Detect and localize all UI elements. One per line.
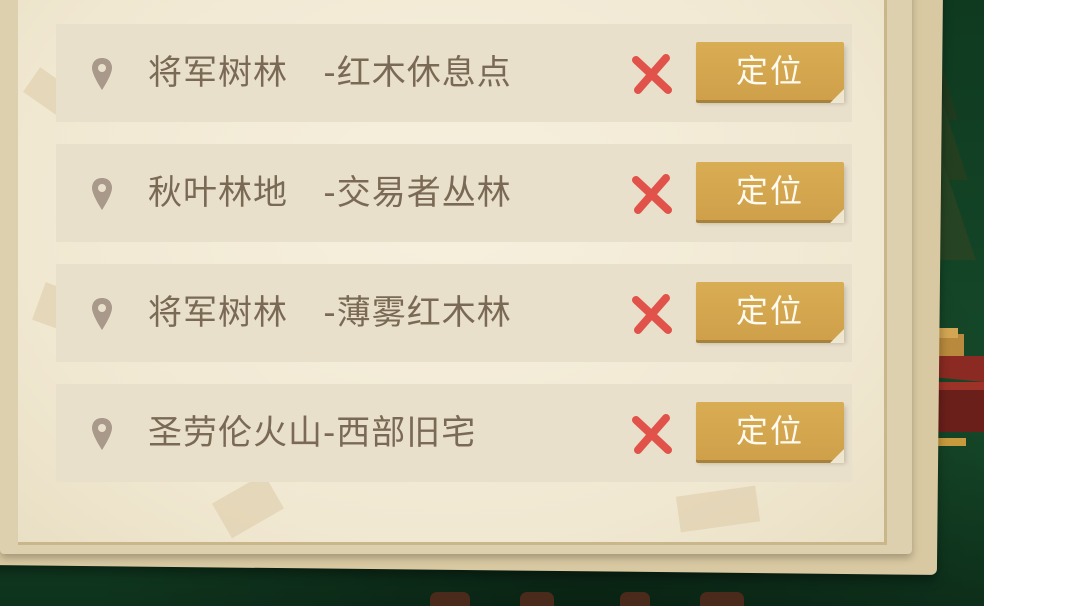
location-row: 秋叶林地 -交易者丛林 定位: [56, 144, 852, 242]
location-name: 将军树林 -红木休息点: [148, 53, 512, 93]
delete-icon[interactable]: [630, 412, 674, 456]
ground-debris: [520, 592, 554, 606]
location-name: 秋叶林地 -交易者丛林: [148, 173, 512, 213]
paper-texture: [675, 485, 761, 533]
location-name: 圣劳伦火山-西部旧宅: [148, 413, 477, 453]
locate-button[interactable]: 定位: [696, 162, 844, 223]
ground-debris: [620, 592, 650, 606]
map-pin-icon: [92, 58, 112, 90]
button-corner-fold: [830, 329, 844, 343]
paper-texture: [212, 473, 284, 539]
button-corner-fold: [830, 209, 844, 223]
blank-right-margin: [984, 0, 1080, 606]
map-pin-icon: [92, 178, 112, 210]
location-row: 将军树林 -薄雾红木林 定位: [56, 264, 852, 362]
map-pin-icon: [92, 418, 112, 450]
delete-icon[interactable]: [630, 172, 674, 216]
button-corner-fold: [830, 449, 844, 463]
ground-debris: [430, 592, 470, 606]
location-row: 将军树林 -红木休息点 定位: [56, 24, 852, 122]
delete-icon[interactable]: [630, 52, 674, 96]
ground-debris: [700, 592, 744, 606]
locate-button-label: 定位: [735, 172, 804, 210]
location-row: 圣劳伦火山-西部旧宅 定位: [56, 384, 852, 482]
locate-button-label: 定位: [735, 52, 804, 90]
locate-button[interactable]: 定位: [696, 282, 844, 343]
map-pin-icon: [92, 298, 112, 330]
locate-button-label: 定位: [735, 412, 804, 450]
location-name: 将军树林 -薄雾红木林: [148, 293, 512, 333]
locate-button-label: 定位: [735, 292, 804, 330]
locate-button[interactable]: 定位: [696, 402, 844, 463]
button-corner-fold: [830, 89, 844, 103]
delete-icon[interactable]: [630, 292, 674, 336]
locate-button[interactable]: 定位: [696, 42, 844, 103]
game-scene: 将军树林 -红木休息点 定位 秋叶林地 -交易者丛林 定位 将军树林 -薄雾红木…: [0, 0, 984, 606]
